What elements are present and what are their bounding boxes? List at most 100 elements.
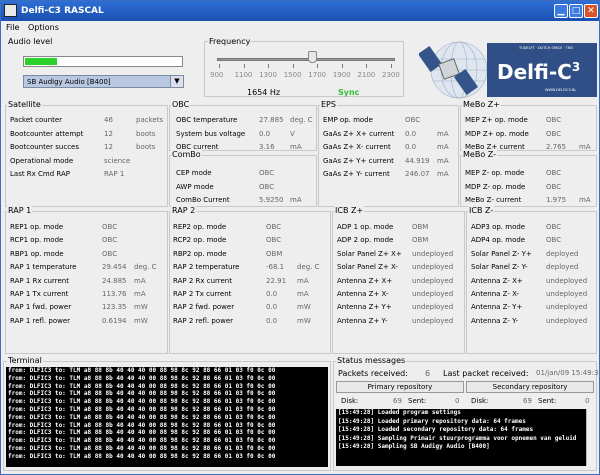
field-label: Antenna Z+ X+: [337, 276, 393, 285]
logo-url: WWW.DELFIC3.NL: [545, 88, 576, 92]
terminal-output[interactable]: from: DLFIC3 to: TLM a8 88 8b 40 40 40 0…: [6, 367, 328, 467]
field-label: RBP2 op. mode: [173, 249, 227, 258]
field-label: Antenna Z+ Y+: [337, 303, 392, 312]
field-label: RAP 1 temperature: [10, 263, 77, 272]
minimize-button[interactable]: ▁: [554, 4, 568, 18]
field-label: RAP 1 refl. power: [10, 316, 71, 325]
field-value: -68.1: [266, 263, 285, 272]
frequency-tick: [243, 64, 245, 68]
field-value: undeployed: [546, 316, 588, 325]
audio-device-value: SB Audigy Audio [B400]: [27, 78, 111, 86]
satellite-title: Satellite: [7, 100, 42, 109]
last-packet-label: Last packet received:: [443, 369, 529, 378]
field-value: OBM: [412, 236, 429, 245]
frequency-tick: [292, 64, 294, 68]
primary-repository-header: Primary repository: [336, 381, 464, 393]
field-label: MEP Z- op. mode: [465, 169, 525, 177]
field-value: 0.0: [405, 143, 417, 151]
field-unit: mW: [134, 303, 148, 312]
terminal-line: from: DLFIC3 to: TLM a8 88 8b 40 40 40 0…: [8, 421, 276, 429]
frequency-slider-track[interactable]: [217, 58, 395, 61]
field-unit: mA: [290, 196, 302, 204]
terminal-line: from: DLFIC3 to: TLM a8 88 8b 40 40 40 0…: [8, 382, 276, 390]
field-label: RAP 1 Tx current: [10, 290, 69, 298]
icb-minus-title: ICB Z-: [468, 206, 495, 215]
field-label: Antenna Z+ Y-: [337, 316, 388, 325]
field-value: 12: [104, 129, 113, 138]
menu-options[interactable]: Options: [28, 23, 59, 32]
field-label: RAP 1 fwd. power: [10, 303, 72, 312]
field-unit: mA: [297, 276, 309, 285]
field-value: OBC: [259, 182, 275, 191]
field-value: OBC: [405, 116, 421, 124]
field-value: 246.07: [405, 170, 430, 178]
field-value: 44.919: [405, 156, 430, 165]
field-label: Solar Panel Z- Y+: [471, 249, 532, 258]
frequency-tick: [391, 64, 392, 68]
primary-disk-label: Disk:: [341, 397, 359, 405]
field-unit: mA: [297, 290, 309, 298]
field-value: 3.16: [259, 143, 275, 151]
field-unit: boots: [136, 129, 156, 138]
status-log[interactable]: [15:49:28] Loaded program settings [15:49…: [336, 409, 594, 466]
field-label: ComBo Current: [176, 196, 230, 204]
maximize-button[interactable]: □: [569, 4, 583, 18]
field-value: 0.6194: [102, 316, 127, 325]
field-label: MDP Z+ op. mode: [465, 129, 529, 138]
field-unit: mW: [134, 316, 148, 325]
status-message: [15:49:28] Sampling SB Audigy Audio [B40…: [338, 443, 490, 450]
field-unit: mA: [579, 143, 591, 151]
terminal-line: from: DLFIC3 to: TLM a8 88 8b 40 40 40 0…: [8, 367, 276, 374]
field-value: 22.91: [266, 276, 287, 285]
field-value: undeployed: [546, 303, 588, 312]
field-value: undeployed: [412, 316, 454, 325]
field-unit: mW: [297, 316, 311, 325]
field-unit: mW: [297, 303, 311, 312]
field-label: RBP1 op. mode: [10, 249, 64, 258]
terminal-line: from: DLFIC3 to: TLM a8 88 8b 40 40 40 0…: [8, 413, 276, 421]
audio-device-select[interactable]: SB Audigy Audio [B400] ▼: [23, 75, 184, 88]
frequency-tick-label: 2100: [357, 71, 376, 79]
field-value: OBC: [546, 223, 562, 231]
field-value: OBC: [546, 182, 562, 191]
field-value: undeployed: [412, 263, 454, 272]
field-label: CEP mode: [176, 169, 212, 177]
secondary-disk-label: Disk:: [471, 397, 489, 405]
field-unit: mA: [437, 156, 449, 165]
field-value: OBC: [546, 129, 562, 138]
status-title: Status messages: [336, 356, 407, 365]
terminal-line: from: DLFIC3 to: TLM a8 88 8b 40 40 40 0…: [8, 405, 276, 413]
maximize-icon: □: [571, 6, 581, 16]
field-label: REP1 op. mode: [10, 223, 64, 231]
frequency-tick: [268, 64, 270, 68]
primary-sent-label: Sent:: [408, 397, 427, 405]
field-label: EMP op. mode: [323, 116, 373, 124]
icb-plus-title: ICB Z+: [334, 206, 365, 215]
close-button[interactable]: ✕: [584, 4, 598, 18]
field-label: RCP2 op. mode: [173, 236, 227, 245]
field-value: 0.0: [259, 129, 271, 138]
frequency-slider-knob[interactable]: [307, 51, 317, 63]
frequency-panel: [204, 41, 404, 97]
field-label: Solar Panel Z+ X-: [337, 263, 399, 272]
primary-disk-value: 69: [393, 397, 402, 405]
field-label: Solar Panel Z+ X+: [337, 249, 402, 258]
packets-received-value: 6: [425, 369, 431, 378]
audio-level-title: Audio level: [7, 37, 54, 46]
terminal-title: Terminal: [7, 356, 43, 365]
sync-indicator: Sync: [338, 88, 360, 97]
field-value: 29.454: [102, 263, 127, 272]
field-label: ADP 1 op. mode: [337, 223, 394, 231]
field-value: 123.35: [102, 303, 127, 312]
last-packet-value: 01/jan/09 15:49:37: [536, 369, 600, 377]
menu-file[interactable]: File: [6, 23, 19, 32]
frequency-tick-label: 2300: [382, 71, 400, 79]
field-label: Operational mode: [10, 156, 74, 165]
field-label: Solar Panel Z- Y-: [471, 263, 528, 272]
obc-title: OBC: [171, 100, 191, 109]
frequency-value: 1654 Hz: [247, 88, 281, 97]
status-log-scrollbar[interactable]: [586, 409, 594, 466]
field-label: MEP Z+ op. mode: [465, 116, 528, 124]
main-window: Delfi-C3 RASCAL ▁ □ ✕ File Options Audio…: [0, 0, 600, 475]
frequency-tick: [219, 64, 220, 68]
